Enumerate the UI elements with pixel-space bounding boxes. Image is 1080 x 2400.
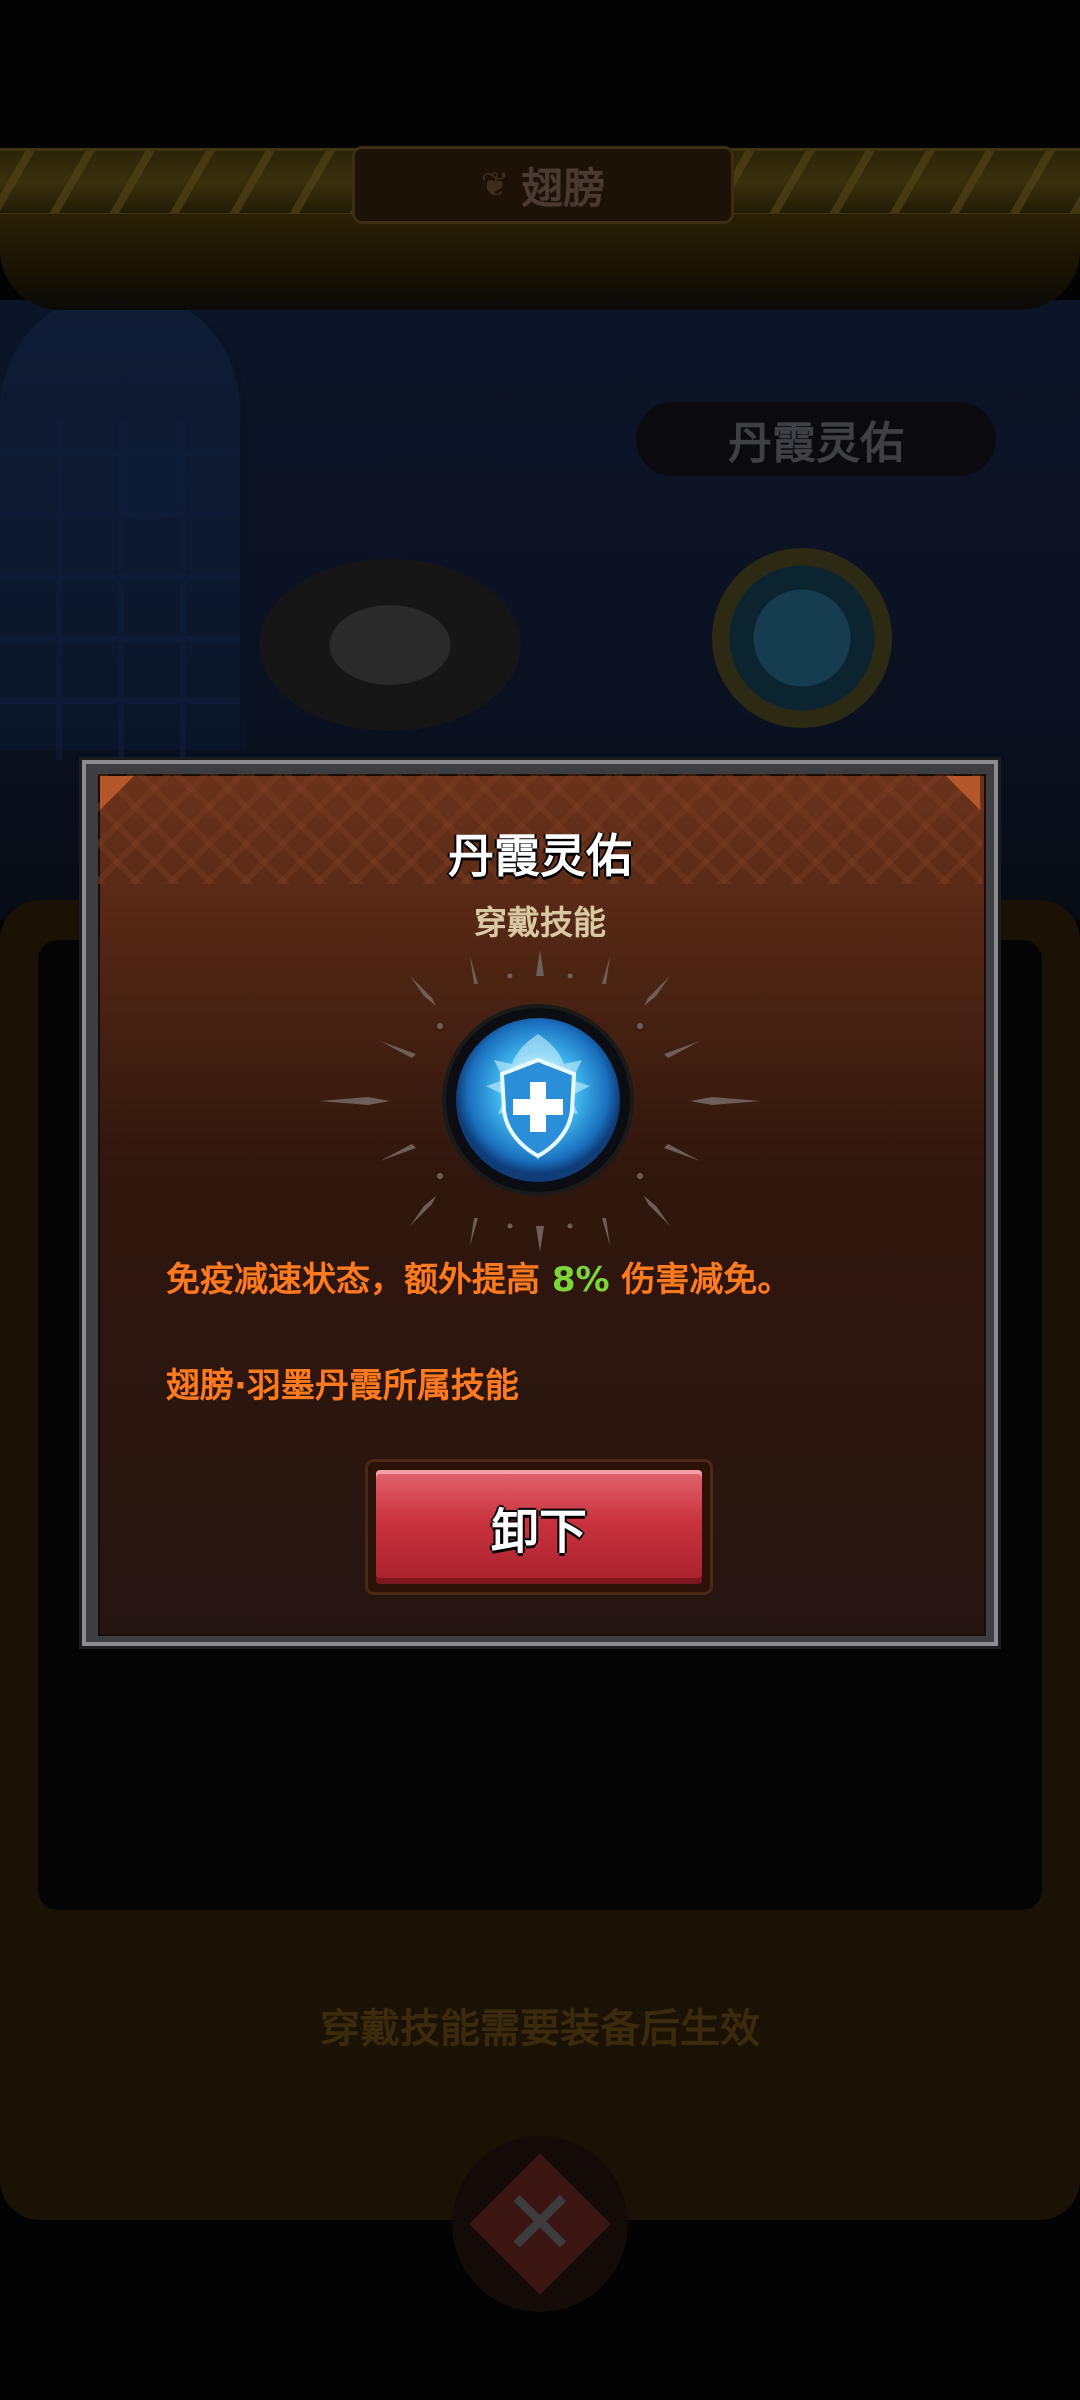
shield-cross-icon	[486, 1034, 590, 1160]
header-ornament-left	[0, 151, 360, 213]
unequip-button[interactable]: 卸下	[368, 1462, 710, 1592]
corner-ornament-right	[946, 776, 980, 810]
close-hex: ✕	[469, 2153, 611, 2295]
header-band	[0, 214, 1080, 310]
modal-title: 丹霞灵佑	[448, 829, 632, 883]
header-ornament-right	[720, 151, 1080, 213]
unequip-button-face: 卸下	[376, 1470, 702, 1584]
unequip-button-label: 卸下	[490, 1504, 587, 1560]
header-title-plate: ❦ 翅膀	[352, 146, 734, 224]
corner-ornament-left	[100, 776, 134, 810]
skill-description: 免疫减速状态，额外提高 8% 伤害减免。	[166, 1252, 966, 1301]
modal-subtitle: 穿戴技能	[474, 903, 606, 942]
hero-character	[200, 520, 580, 770]
close-icon: ✕	[502, 2170, 578, 2276]
close-button[interactable]: ✕	[452, 2136, 628, 2312]
skill-source: 翅膀·羽墨丹霞所属技能	[166, 1366, 519, 1406]
wing-name-label: 丹霞灵佑	[728, 418, 904, 469]
wing-name-plate: 丹霞灵佑	[636, 402, 996, 476]
description-text-before: 免疫减速状态，额外提高	[166, 1260, 552, 1300]
description-value: 8%	[551, 1260, 610, 1300]
header-title: 翅膀	[521, 163, 606, 213]
wings-icon: ❦	[480, 165, 510, 205]
hint-text: 穿戴技能需要装备后生效	[320, 2006, 760, 2052]
description-text-after: 伤害减免。	[609, 1260, 792, 1300]
equipped-skill-slot[interactable]	[712, 548, 892, 728]
